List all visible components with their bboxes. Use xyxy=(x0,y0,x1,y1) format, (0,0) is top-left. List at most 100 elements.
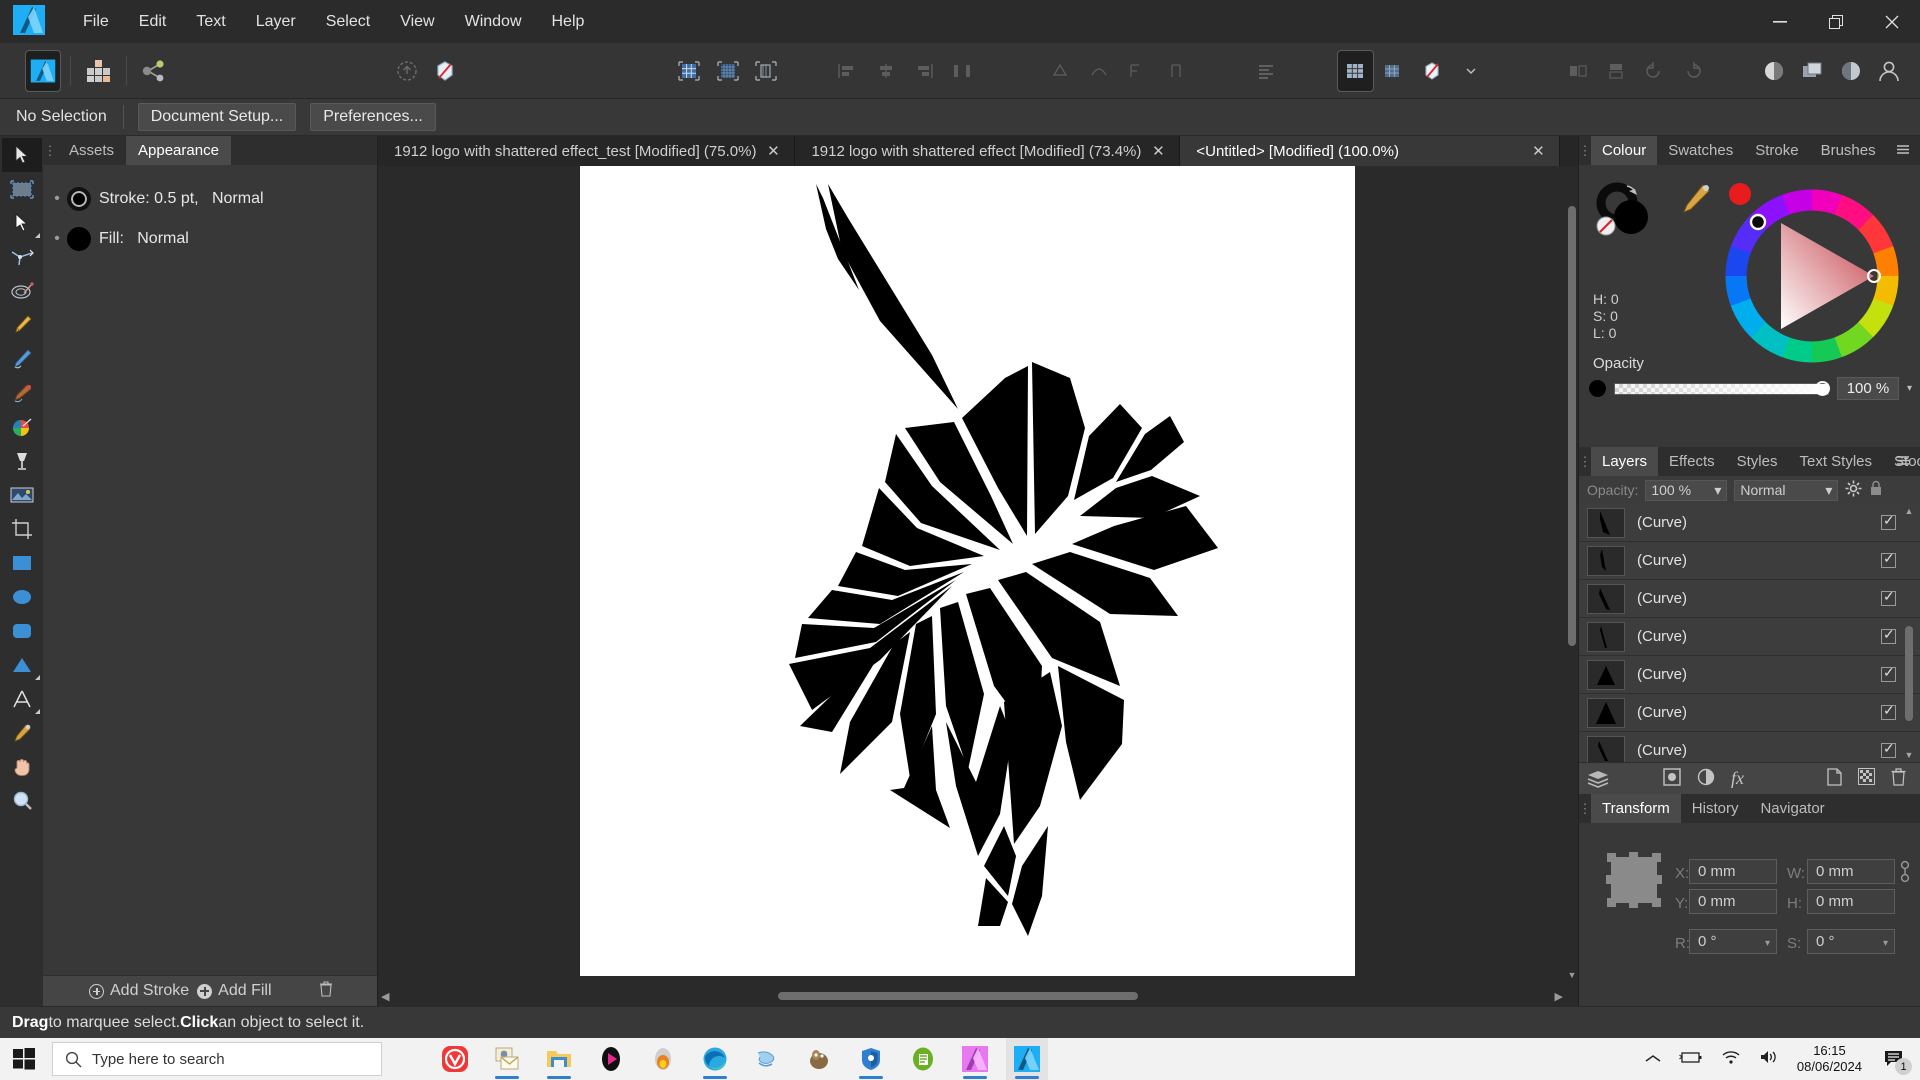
adjustment-layer-icon[interactable] xyxy=(1697,768,1715,790)
taskbar-file-explorer-icon[interactable] xyxy=(538,1038,580,1080)
document-tab-1[interactable]: 1912 logo with shattered effect_test [Mo… xyxy=(378,136,796,166)
transform-panel-grip-icon[interactable]: ⋮ xyxy=(1579,794,1592,823)
tab-stroke[interactable]: Stroke xyxy=(1744,136,1809,165)
taskbar-gimp-icon[interactable] xyxy=(798,1038,840,1080)
table-row[interactable]: (Curve) xyxy=(1579,580,1920,618)
flip-horizontal-button[interactable] xyxy=(1560,51,1594,91)
boolean-subtract-button[interactable] xyxy=(1082,51,1116,91)
transform-r-dropdown-icon[interactable]: ▾ xyxy=(1765,938,1770,949)
notification-center-button[interactable]: 1 xyxy=(1880,1044,1912,1075)
align-left-button[interactable] xyxy=(830,51,864,91)
tab-history[interactable]: History xyxy=(1681,794,1750,823)
document-tab-3[interactable]: <Untitled> [Modified] (100.0%) ✕ xyxy=(1180,136,1561,166)
new-layer-icon[interactable] xyxy=(1827,767,1842,790)
mask-icon[interactable] xyxy=(1858,768,1875,789)
tab-brushes[interactable]: Brushes xyxy=(1810,136,1887,165)
battery-icon[interactable] xyxy=(1679,1050,1703,1068)
show-hidden-icons-icon[interactable] xyxy=(1645,1051,1661,1068)
layer-visibility-checkbox[interactable] xyxy=(1881,588,1896,606)
transform-s-dropdown-icon[interactable]: ▾ xyxy=(1883,938,1888,949)
wifi-icon[interactable] xyxy=(1721,1049,1741,1069)
taskbar-clock[interactable]: 16:15 08/06/2024 xyxy=(1797,1043,1862,1075)
tab-assets[interactable]: Assets xyxy=(57,136,126,165)
view-pan-tool[interactable] xyxy=(2,750,42,784)
menu-text[interactable]: Text xyxy=(181,9,240,35)
tab-navigator[interactable]: Navigator xyxy=(1749,794,1835,823)
table-row[interactable]: (Curve) xyxy=(1579,694,1920,732)
stroke-colour-swatch[interactable] xyxy=(67,187,91,211)
vector-crop-tool[interactable] xyxy=(2,274,42,308)
delete-appearance-icon[interactable] xyxy=(319,980,333,1002)
grid-dropdown-button[interactable] xyxy=(1377,51,1411,91)
layer-visibility-checkbox[interactable] xyxy=(1881,626,1896,644)
appearance-stroke-row[interactable]: • Stroke: 0.5 pt, Normal xyxy=(43,179,377,219)
table-row[interactable]: (Curve) xyxy=(1579,732,1920,762)
colour-panel-grip-icon[interactable]: ⋮ xyxy=(1579,136,1592,165)
layer-visibility-checkbox[interactable] xyxy=(1881,740,1896,758)
document-tab-2-close-icon[interactable]: ✕ xyxy=(1151,142,1165,160)
opacity-dropdown-icon[interactable]: ▾ xyxy=(1907,383,1912,394)
panel-grip-icon[interactable]: ⋮ xyxy=(43,136,57,165)
document-page[interactable] xyxy=(580,166,1355,976)
rotate-left-button[interactable] xyxy=(1637,51,1671,91)
taskbar-firefox-nightly-icon[interactable] xyxy=(642,1038,684,1080)
tab-styles[interactable]: Styles xyxy=(1726,447,1789,476)
fill-tool[interactable] xyxy=(2,410,42,444)
colour-picker-tool[interactable] xyxy=(2,716,42,750)
ellipse-tool[interactable] xyxy=(2,580,42,614)
layers-lock-icon[interactable] xyxy=(1869,480,1883,500)
layers-panel-grip-icon[interactable]: ⋮ xyxy=(1579,447,1592,476)
restore-button[interactable] xyxy=(1808,0,1864,43)
taskbar-microsoft-edge-icon[interactable] xyxy=(694,1038,736,1080)
canvas-vertical-scroll-thumb[interactable] xyxy=(1568,206,1576,646)
taskbar-media-player-icon[interactable] xyxy=(590,1038,632,1080)
table-row[interactable]: (Curve) xyxy=(1579,656,1920,694)
rotate-right-button[interactable] xyxy=(1675,51,1709,91)
tab-layers[interactable]: Layers xyxy=(1591,447,1659,476)
menu-window[interactable]: Window xyxy=(450,9,537,35)
designer-persona-button[interactable] xyxy=(25,49,62,92)
pixel-preview-button[interactable] xyxy=(749,51,783,91)
document-tab-2[interactable]: 1912 logo with shattered effect [Modifie… xyxy=(795,136,1181,166)
corner-tool[interactable] xyxy=(2,240,42,274)
layers-scrollbar[interactable]: ▲ ▼ xyxy=(1904,506,1914,760)
layers-opacity-dropdown-icon[interactable]: ▾ xyxy=(1714,482,1721,499)
transform-h-field[interactable]: 0 mm xyxy=(1807,889,1895,914)
transform-link-ratio-icon[interactable] xyxy=(1900,859,1910,888)
place-image-tool[interactable] xyxy=(2,478,42,512)
triangle-tool[interactable] xyxy=(2,648,42,682)
transform-w-field[interactable]: 0 mm xyxy=(1807,859,1895,884)
shattered-logo-artwork[interactable] xyxy=(580,166,1355,976)
snapping-toggle-button[interactable] xyxy=(1415,51,1449,91)
taskbar-affinity-designer-icon[interactable] xyxy=(1006,1038,1048,1080)
insert-behind-button[interactable] xyxy=(389,51,423,91)
search-input[interactable]: Type here to search xyxy=(52,1042,382,1076)
canvas-horizontal-scroll-thumb[interactable] xyxy=(778,992,1138,1000)
rectangle-tool[interactable] xyxy=(2,546,42,580)
layers-scroll-down-icon[interactable]: ▼ xyxy=(1904,750,1914,760)
layers-settings-gear-icon[interactable] xyxy=(1845,480,1862,500)
layer-visibility-checkbox[interactable] xyxy=(1881,512,1896,530)
minimize-button[interactable] xyxy=(1752,0,1808,43)
taskbar-mail-icon[interactable] xyxy=(486,1038,528,1080)
menu-select[interactable]: Select xyxy=(311,9,385,35)
layers-blend-dropdown-icon[interactable]: ▾ xyxy=(1825,482,1832,499)
layers-scroll-thumb[interactable] xyxy=(1905,626,1913,721)
start-button[interactable] xyxy=(0,1038,48,1080)
show-pixel-grid-button[interactable] xyxy=(710,51,744,91)
tab-colour[interactable]: Colour xyxy=(1591,136,1658,165)
canvas-area[interactable]: ▼ ◀ ▶ xyxy=(378,166,1578,1006)
transform-x-field[interactable]: 0 mm xyxy=(1689,859,1777,884)
mask-layer-icon[interactable] xyxy=(1663,767,1681,790)
crop-tool[interactable] xyxy=(2,512,42,546)
transform-r-field[interactable]: 0 ° ▾ xyxy=(1689,929,1777,954)
layer-visibility-checkbox[interactable] xyxy=(1881,702,1896,720)
distribute-button[interactable] xyxy=(945,51,979,91)
transform-s-field[interactable]: 0 ° ▾ xyxy=(1807,929,1895,954)
colour-wheel[interactable] xyxy=(1712,181,1912,371)
fill-stroke-swatch-control[interactable] xyxy=(1591,181,1671,241)
boolean-divide-button[interactable] xyxy=(1159,51,1193,91)
export-persona-button[interactable] xyxy=(136,51,170,91)
effects-panel-button[interactable] xyxy=(1833,51,1867,91)
volume-icon[interactable] xyxy=(1759,1049,1779,1069)
